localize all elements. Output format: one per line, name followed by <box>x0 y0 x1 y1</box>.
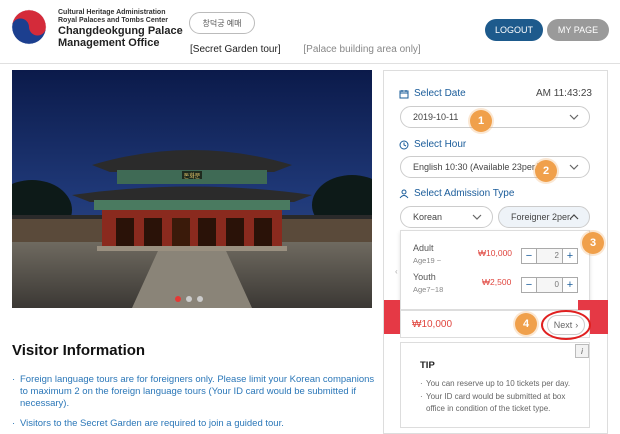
current-time: AM 11:43:23 <box>536 88 592 99</box>
org-line-1: Cultural Heritage Administration <box>58 9 166 16</box>
select-date-label: Select Date <box>399 88 466 99</box>
calendar-icon <box>399 89 409 98</box>
foreigner-type-select[interactable]: Foreigner 2per. <box>498 206 590 228</box>
carousel-dots <box>175 296 203 302</box>
changdeokgung-booking-button[interactable]: 창덕궁 예매 <box>189 12 255 34</box>
total-price: ₩10,000 <box>412 319 453 330</box>
carousel-dot-1[interactable] <box>175 296 181 302</box>
adult-ticket-price: ₩10,000 <box>478 248 513 258</box>
date-select[interactable]: 2019-10-11 <box>400 106 590 128</box>
logout-button[interactable]: LOGOUT <box>485 19 543 41</box>
carousel-dot-3[interactable] <box>197 296 203 302</box>
step-badge-1: 1 <box>470 110 492 132</box>
visitor-info-item: Foreign language tours are for foreigner… <box>12 374 380 410</box>
my-page-button[interactable]: MY PAGE <box>547 19 609 41</box>
minus-button[interactable]: − <box>522 249 536 263</box>
hero-image-palace-gate: 돈화문 <box>12 70 372 308</box>
youth-quantity-value[interactable]: 0 <box>536 278 563 292</box>
youth-ticket-price: ₩2,500 <box>482 277 512 287</box>
tab-palace-building[interactable]: [Palace building area only] <box>303 44 420 55</box>
total-bar-left <box>384 300 400 334</box>
carousel-prev-icon[interactable]: ‹ <box>395 267 398 276</box>
youth-ticket-age: Age7~18 <box>413 285 444 294</box>
plus-button[interactable]: + <box>563 249 577 263</box>
org-line-4: Management Office <box>58 37 160 49</box>
tab-secret-garden[interactable]: [Secret Garden tour] <box>190 44 281 55</box>
visitor-info-title: Visitor Information <box>12 342 146 359</box>
clock-icon <box>399 140 409 149</box>
step-badge-4: 4 <box>515 313 537 335</box>
foreigner-type-value: Foreigner 2per. <box>511 212 573 222</box>
select-date-text: Select Date <box>414 88 466 99</box>
org-line-2: Royal Palaces and Tombs Center <box>58 17 168 24</box>
tip-title: TIP <box>420 360 435 371</box>
tip-item: You can reserve up to 10 tickets per day… <box>420 378 585 390</box>
taegeuk-logo-icon[interactable] <box>10 8 48 46</box>
visitor-info-list: Foreign language tours are for foreigner… <box>12 374 380 434</box>
step-badge-2: 2 <box>535 160 557 182</box>
gate-sign: 돈화문 <box>184 173 201 180</box>
chevron-down-icon <box>569 164 579 170</box>
youth-quantity-stepper: − 0 + <box>521 277 578 293</box>
org-name[interactable]: Cultural Heritage Administration Royal P… <box>58 9 183 49</box>
header-divider <box>0 63 620 64</box>
adult-ticket-age: Age19 ~ <box>413 256 442 265</box>
korean-type-value: Korean <box>413 212 443 222</box>
chevron-down-icon <box>472 214 482 220</box>
carousel-dot-2[interactable] <box>186 296 192 302</box>
info-icon[interactable]: i <box>575 344 589 358</box>
step-badge-3: 3 <box>582 232 604 254</box>
minus-button[interactable]: − <box>522 278 536 292</box>
korean-type-select[interactable]: Korean <box>400 206 493 228</box>
tip-item: Your ID card would be submitted at box o… <box>420 391 585 415</box>
adult-quantity-stepper: − 2 + <box>521 248 578 264</box>
adult-ticket-name: Adult <box>413 243 434 253</box>
adult-quantity-value[interactable]: 2 <box>536 249 563 263</box>
chevron-up-icon <box>569 214 579 220</box>
admission-type-label: Select Admission Type <box>399 188 514 199</box>
select-hour-text: Select Hour <box>414 139 467 150</box>
select-hour-label: Select Hour <box>399 139 466 150</box>
plus-button[interactable]: + <box>563 278 577 292</box>
youth-ticket-name: Youth <box>413 272 436 282</box>
tip-list: You can reserve up to 10 tickets per day… <box>420 378 585 416</box>
person-icon <box>399 189 409 198</box>
admission-type-text: Select Admission Type <box>414 188 515 199</box>
hour-value: English 10:30 (Available 23per.) <box>413 162 540 172</box>
visitor-info-item: Visitors to the Secret Garden are requir… <box>12 418 380 430</box>
date-value: 2019-10-11 <box>413 112 459 122</box>
hour-select[interactable]: English 10:30 (Available 23per.) <box>400 156 590 178</box>
tour-tabs: [Secret Garden tour] [Palace building ar… <box>190 44 421 55</box>
next-highlight-ring <box>541 310 591 340</box>
org-line-3: Changdeokgung Palace <box>58 25 183 37</box>
chevron-down-icon <box>569 114 579 120</box>
ticket-dropdown <box>400 230 590 310</box>
